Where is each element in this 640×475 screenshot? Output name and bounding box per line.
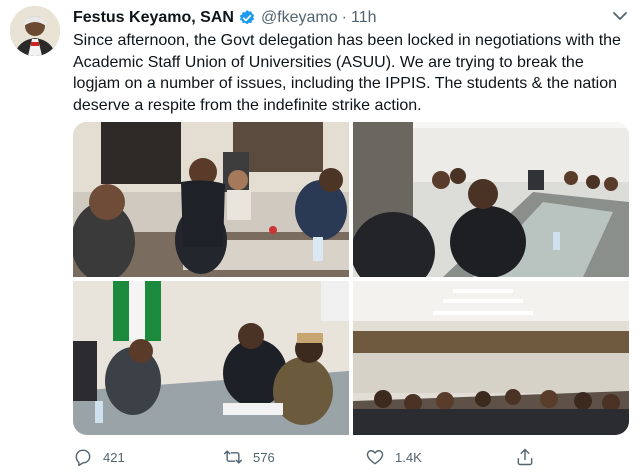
- media-grid: [73, 122, 629, 435]
- reply-icon: [75, 449, 91, 467]
- reply-button[interactable]: 421: [73, 444, 125, 470]
- retweet-button[interactable]: 576: [223, 444, 275, 470]
- share-icon: [517, 448, 533, 466]
- chevron-down-icon[interactable]: [612, 10, 628, 22]
- like-button[interactable]: 1.4K: [365, 444, 422, 470]
- tweet[interactable]: Festus Keyamo, SAN @fkeyamo · 11h Since …: [0, 0, 640, 475]
- author-handle[interactable]: @fkeyamo: [261, 9, 338, 27]
- photo-1[interactable]: [73, 122, 349, 277]
- photo-4[interactable]: [353, 281, 629, 435]
- heart-icon: [366, 450, 384, 465]
- meeting-photo-2-image: [353, 122, 629, 277]
- avatar-portrait-icon: [10, 6, 60, 56]
- meeting-photo-1-image: [73, 122, 349, 277]
- reply-count: 421: [103, 449, 125, 465]
- photo-3[interactable]: [73, 281, 349, 435]
- tweet-header: Festus Keyamo, SAN @fkeyamo · 11h: [73, 7, 377, 29]
- meeting-photo-3-image: [73, 281, 349, 435]
- tweet-text: Since afternoon, the Govt delegation has…: [73, 32, 621, 114]
- tweet-timestamp[interactable]: 11h: [351, 9, 377, 27]
- meeting-photo-4-image: [353, 281, 629, 435]
- retweet-icon: [223, 450, 243, 464]
- separator-dot: ·: [341, 9, 347, 26]
- share-button[interactable]: [515, 444, 535, 470]
- like-count: 1.4K: [395, 449, 422, 465]
- photo-2[interactable]: [353, 122, 629, 277]
- retweet-count: 576: [253, 449, 275, 465]
- author-avatar[interactable]: [10, 6, 60, 56]
- action-bar: 421 576 1.4K: [73, 444, 633, 470]
- author-name[interactable]: Festus Keyamo, SAN: [73, 9, 234, 27]
- verified-badge-icon: [239, 10, 255, 25]
